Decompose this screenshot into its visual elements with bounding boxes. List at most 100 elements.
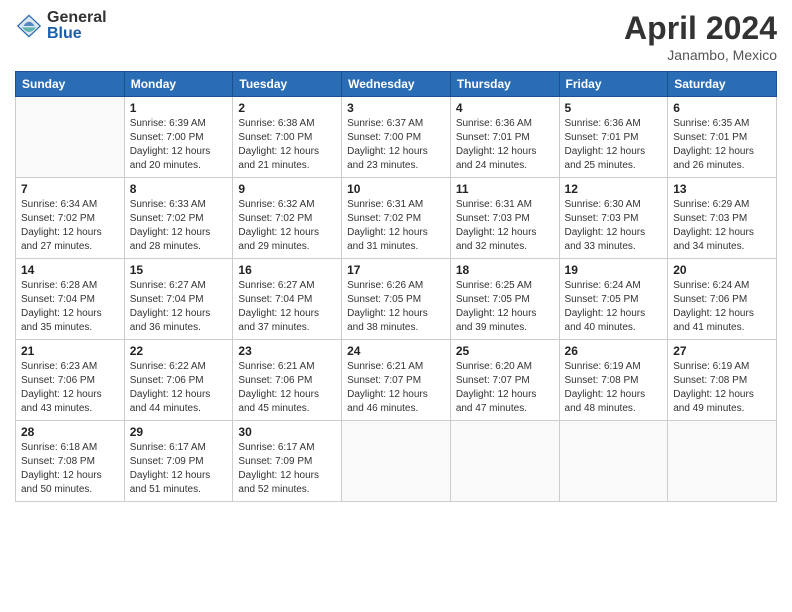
day-info: Sunrise: 6:17 AM Sunset: 7:09 PM Dayligh… [130,441,228,497]
day-number: 28 [21,425,119,439]
calendar-cell: 25Sunrise: 6:20 AM Sunset: 7:07 PM Dayli… [450,340,559,421]
month-title: April 2024 [624,10,777,47]
day-info: Sunrise: 6:37 AM Sunset: 7:00 PM Dayligh… [347,117,445,173]
day-info: Sunrise: 6:20 AM Sunset: 7:07 PM Dayligh… [456,360,554,416]
col-tuesday: Tuesday [233,72,342,97]
calendar-cell: 19 Sunrise: 6:24 AM Sunset: 7:05 PM Dayli… [559,259,668,340]
day-info: Sunrise: 6:17 AM Sunset: 7:09 PM Dayligh… [238,441,336,497]
header: General Blue April 2024 Janambo, Mexico [15,10,777,63]
day-info: Sunrise: 6:35 AM Sunset: 7:01 PM Dayligh… [673,117,771,173]
day-info: Sunrise: 6:19 AM Sunset: 7:08 PM Dayligh… [673,360,771,416]
day-number: 16 [238,263,336,277]
day-info: Sunrise: 6:25 AM Sunset: 7:05 PM Dayligh… [456,279,554,335]
calendar-cell: 18Sunrise: 6:25 AM Sunset: 7:05 PM Dayli… [450,259,559,340]
day-info: Sunrise: 6:31 AM Sunset: 7:03 PM Dayligh… [456,198,554,254]
calendar-cell: 10 Sunrise: 6:31 AM Sunset: 7:02 PM Dayli… [342,178,451,259]
calendar-header: Sunday Monday Tuesday Wednesday Thursday… [16,72,777,97]
day-info: Sunrise: 6:32 AM Sunset: 7:02 PM Dayligh… [238,198,336,254]
calendar-cell: 14 Sunrise: 6:28 AM Sunset: 7:04 PM Dayli… [16,259,125,340]
day-number: 21 [21,344,119,358]
calendar-cell: 16 Sunrise: 6:27 AM Sunset: 7:04 PM Dayli… [233,259,342,340]
day-info: Sunrise: 6:29 AM Sunset: 7:03 PM Dayligh… [673,198,771,254]
calendar-week-2: 7Sunrise: 6:34 AM Sunset: 7:02 PM Daylig… [16,178,777,259]
day-info: Sunrise: 6:18 AM Sunset: 7:08 PM Dayligh… [21,441,119,497]
calendar-cell [450,421,559,502]
day-info: Sunrise: 6:24 AM Sunset: 7:06 PM Dayligh… [673,279,771,335]
calendar-cell: 13 Sunrise: 6:29 AM Sunset: 7:03 PM Dayli… [668,178,777,259]
logo-general-text: General [47,10,107,26]
day-info: Sunrise: 6:31 AM Sunset: 7:02 PM Dayligh… [347,198,445,254]
calendar-cell: 17Sunrise: 6:26 AM Sunset: 7:05 PM Dayli… [342,259,451,340]
day-info: Sunrise: 6:21 AM Sunset: 7:07 PM Dayligh… [347,360,445,416]
day-info: Sunrise: 6:36 AM Sunset: 7:01 PM Dayligh… [565,117,663,173]
day-number: 23 [238,344,336,358]
day-number: 13 [673,182,771,196]
day-info: Sunrise: 6:23 AM Sunset: 7:06 PM Dayligh… [21,360,119,416]
col-monday: Monday [124,72,233,97]
calendar-cell: 11Sunrise: 6:31 AM Sunset: 7:03 PM Dayli… [450,178,559,259]
calendar-cell: 23Sunrise: 6:21 AM Sunset: 7:06 PM Dayli… [233,340,342,421]
col-wednesday: Wednesday [342,72,451,97]
day-number: 9 [238,182,336,196]
calendar-cell: 8 Sunrise: 6:33 AM Sunset: 7:02 PM Daylig… [124,178,233,259]
day-number: 8 [130,182,228,196]
calendar-cell: 26Sunrise: 6:19 AM Sunset: 7:08 PM Dayli… [559,340,668,421]
calendar-cell: 2 Sunrise: 6:38 AM Sunset: 7:00 PM Daylig… [233,97,342,178]
col-saturday: Saturday [668,72,777,97]
day-info: Sunrise: 6:27 AM Sunset: 7:04 PM Dayligh… [238,279,336,335]
logo-icon [15,12,43,40]
calendar-cell: 9 Sunrise: 6:32 AM Sunset: 7:02 PM Daylig… [233,178,342,259]
calendar-cell: 12 Sunrise: 6:30 AM Sunset: 7:03 PM Dayli… [559,178,668,259]
calendar-cell: 27Sunrise: 6:19 AM Sunset: 7:08 PM Dayli… [668,340,777,421]
day-info: Sunrise: 6:39 AM Sunset: 7:00 PM Dayligh… [130,117,228,173]
calendar-cell: 24Sunrise: 6:21 AM Sunset: 7:07 PM Dayli… [342,340,451,421]
calendar-cell [16,97,125,178]
page: General Blue April 2024 Janambo, Mexico … [0,0,792,612]
location: Janambo, Mexico [624,47,777,63]
day-number: 1 [130,101,228,115]
day-number: 2 [238,101,336,115]
calendar: Sunday Monday Tuesday Wednesday Thursday… [15,71,777,502]
calendar-cell: 29 Sunrise: 6:17 AM Sunset: 7:09 PM Dayli… [124,421,233,502]
logo: General Blue [15,10,107,42]
calendar-cell: 5 Sunrise: 6:36 AM Sunset: 7:01 PM Daylig… [559,97,668,178]
logo-text: General Blue [47,10,107,42]
day-number: 22 [130,344,228,358]
day-info: Sunrise: 6:36 AM Sunset: 7:01 PM Dayligh… [456,117,554,173]
calendar-cell: 30 Sunrise: 6:17 AM Sunset: 7:09 PM Dayli… [233,421,342,502]
day-info: Sunrise: 6:38 AM Sunset: 7:00 PM Dayligh… [238,117,336,173]
calendar-cell: 6 Sunrise: 6:35 AM Sunset: 7:01 PM Daylig… [668,97,777,178]
day-number: 3 [347,101,445,115]
day-info: Sunrise: 6:24 AM Sunset: 7:05 PM Dayligh… [565,279,663,335]
day-info: Sunrise: 6:19 AM Sunset: 7:08 PM Dayligh… [565,360,663,416]
col-sunday: Sunday [16,72,125,97]
day-number: 4 [456,101,554,115]
day-number: 29 [130,425,228,439]
day-info: Sunrise: 6:30 AM Sunset: 7:03 PM Dayligh… [565,198,663,254]
calendar-cell: 28 Sunrise: 6:18 AM Sunset: 7:08 PM Dayli… [16,421,125,502]
calendar-week-4: 21 Sunrise: 6:23 AM Sunset: 7:06 PM Dayli… [16,340,777,421]
calendar-cell: 22Sunrise: 6:22 AM Sunset: 7:06 PM Dayli… [124,340,233,421]
calendar-week-1: 1 Sunrise: 6:39 AM Sunset: 7:00 PM Daylig… [16,97,777,178]
col-friday: Friday [559,72,668,97]
day-info: Sunrise: 6:28 AM Sunset: 7:04 PM Dayligh… [21,279,119,335]
day-number: 30 [238,425,336,439]
day-number: 5 [565,101,663,115]
calendar-cell: 21 Sunrise: 6:23 AM Sunset: 7:06 PM Dayli… [16,340,125,421]
day-number: 14 [21,263,119,277]
title-section: April 2024 Janambo, Mexico [624,10,777,63]
day-number: 12 [565,182,663,196]
day-number: 10 [347,182,445,196]
calendar-cell: 7Sunrise: 6:34 AM Sunset: 7:02 PM Daylig… [16,178,125,259]
calendar-cell: 4 Sunrise: 6:36 AM Sunset: 7:01 PM Daylig… [450,97,559,178]
day-info: Sunrise: 6:26 AM Sunset: 7:05 PM Dayligh… [347,279,445,335]
calendar-week-5: 28 Sunrise: 6:18 AM Sunset: 7:08 PM Dayli… [16,421,777,502]
day-number: 7 [21,182,119,196]
day-number: 6 [673,101,771,115]
header-row: Sunday Monday Tuesday Wednesday Thursday… [16,72,777,97]
day-number: 15 [130,263,228,277]
day-info: Sunrise: 6:33 AM Sunset: 7:02 PM Dayligh… [130,198,228,254]
day-number: 19 [565,263,663,277]
calendar-cell: 15Sunrise: 6:27 AM Sunset: 7:04 PM Dayli… [124,259,233,340]
day-number: 20 [673,263,771,277]
